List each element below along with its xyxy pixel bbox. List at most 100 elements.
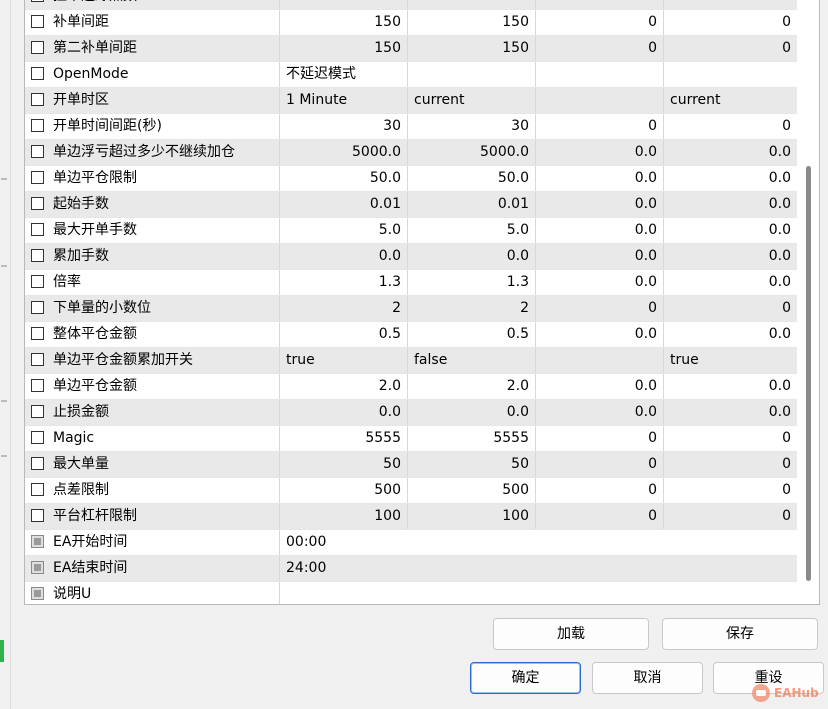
optimize-checkbox[interactable] [31, 275, 44, 288]
step-cell[interactable]: 0.0 [536, 192, 664, 217]
table-row[interactable]: 平台杠杆限制 100 100 0 0 [25, 504, 797, 530]
stop-cell[interactable]: 0.0 [664, 270, 797, 295]
optimize-checkbox[interactable] [31, 379, 44, 392]
start-cell[interactable]: 0.0 [408, 400, 536, 425]
step-cell[interactable] [536, 0, 664, 9]
step-cell[interactable]: 0 [536, 114, 664, 139]
optimize-checkbox[interactable] [31, 405, 44, 418]
table-row[interactable]: 挂单追踪点数 [25, 0, 797, 10]
stop-cell[interactable]: 0.0 [664, 400, 797, 425]
table-row[interactable]: 开单时间间距(秒) 30 30 0 0 [25, 114, 797, 140]
optimize-checkbox[interactable] [31, 431, 44, 444]
value-cell[interactable]: 0.5 [280, 322, 408, 347]
start-cell[interactable]: 5555 [408, 426, 536, 451]
optimize-checkbox[interactable] [31, 67, 44, 80]
step-cell[interactable]: 0 [536, 296, 664, 321]
table-row[interactable]: 开单时区 1 Minute current current [25, 88, 797, 114]
start-cell[interactable]: 2 [408, 296, 536, 321]
load-button[interactable]: 加载 [493, 618, 649, 650]
table-row[interactable]: OpenMode 不延迟模式 [25, 62, 797, 88]
table-row[interactable]: 说明U [25, 582, 797, 604]
start-cell[interactable]: 500 [408, 478, 536, 503]
optimize-checkbox[interactable] [31, 509, 44, 522]
parameter-value-cell[interactable] [280, 582, 797, 604]
stop-cell[interactable]: current [664, 88, 797, 113]
parameter-value-cell[interactable]: 00:00 [280, 530, 797, 555]
step-cell[interactable] [536, 348, 664, 373]
value-cell[interactable]: 5555 [280, 426, 408, 451]
optimize-checkbox[interactable] [31, 301, 44, 314]
step-cell[interactable]: 0.0 [536, 374, 664, 399]
step-cell[interactable]: 0.0 [536, 140, 664, 165]
value-cell[interactable]: 500 [280, 478, 408, 503]
table-row[interactable]: 累加手数 0.0 0.0 0.0 0.0 [25, 244, 797, 270]
table-row[interactable]: 最大开单手数 5.0 5.0 0.0 0.0 [25, 218, 797, 244]
table-row[interactable]: 最大单量 50 50 0 0 [25, 452, 797, 478]
start-cell[interactable]: current [408, 88, 536, 113]
stop-cell[interactable]: true [664, 348, 797, 373]
vertical-scrollbar[interactable] [801, 0, 815, 604]
step-cell[interactable]: 0 [536, 504, 664, 529]
start-cell[interactable]: 50.0 [408, 166, 536, 191]
step-cell[interactable]: 0.0 [536, 166, 664, 191]
table-row[interactable]: 单边平仓限制 50.0 50.0 0.0 0.0 [25, 166, 797, 192]
value-cell[interactable]: 2 [280, 296, 408, 321]
table-row[interactable]: 单边平仓金额 2.0 2.0 0.0 0.0 [25, 374, 797, 400]
value-cell[interactable]: 100 [280, 504, 408, 529]
value-cell[interactable]: 50.0 [280, 166, 408, 191]
stop-cell[interactable]: 0 [664, 452, 797, 477]
table-row[interactable]: 下单量的小数位 2 2 0 0 [25, 296, 797, 322]
value-cell[interactable]: true [280, 348, 408, 373]
stop-cell[interactable]: 0 [664, 426, 797, 451]
value-cell[interactable]: 不延迟模式 [280, 62, 408, 87]
stop-cell[interactable]: 0 [664, 114, 797, 139]
value-cell[interactable]: 1 Minute [280, 88, 408, 113]
table-row[interactable]: EA开始时间 00:00 [25, 530, 797, 556]
optimize-checkbox[interactable] [31, 15, 44, 28]
stop-cell[interactable]: 0.0 [664, 322, 797, 347]
table-row[interactable]: 第二补单间距 150 150 0 0 [25, 36, 797, 62]
optimize-checkbox[interactable] [31, 457, 44, 470]
start-cell[interactable]: 0.0 [408, 244, 536, 269]
stop-cell[interactable]: 0 [664, 478, 797, 503]
step-cell[interactable]: 0 [536, 10, 664, 35]
optimize-checkbox[interactable] [31, 223, 44, 236]
optimize-checkbox[interactable] [31, 93, 44, 106]
table-row[interactable]: 单边浮亏超过多少不继续加仓 5000.0 5000.0 0.0 0.0 [25, 140, 797, 166]
start-cell[interactable]: 5000.0 [408, 140, 536, 165]
start-cell[interactable]: 0.5 [408, 322, 536, 347]
step-cell[interactable]: 0 [536, 452, 664, 477]
start-cell[interactable]: 5.0 [408, 218, 536, 243]
start-cell[interactable]: 1.3 [408, 270, 536, 295]
table-row[interactable]: 整体平仓金额 0.5 0.5 0.0 0.0 [25, 322, 797, 348]
value-cell[interactable] [280, 0, 408, 9]
step-cell[interactable]: 0 [536, 426, 664, 451]
stop-cell[interactable]: 0 [664, 10, 797, 35]
optimize-checkbox[interactable] [31, 171, 44, 184]
step-cell[interactable]: 0.0 [536, 218, 664, 243]
step-cell[interactable] [536, 62, 664, 87]
optimize-checkbox[interactable] [31, 41, 44, 54]
stop-cell[interactable]: 0.0 [664, 192, 797, 217]
save-button[interactable]: 保存 [662, 618, 818, 650]
start-cell[interactable]: 100 [408, 504, 536, 529]
optimize-checkbox[interactable] [31, 197, 44, 210]
stop-cell[interactable]: 0 [664, 296, 797, 321]
optimize-checkbox[interactable] [31, 145, 44, 158]
value-cell[interactable]: 5000.0 [280, 140, 408, 165]
stop-cell[interactable] [664, 62, 797, 87]
table-row[interactable]: EA结束时间 24:00 [25, 556, 797, 582]
value-cell[interactable]: 150 [280, 36, 408, 61]
value-cell[interactable]: 0.0 [280, 400, 408, 425]
start-cell[interactable]: 2.0 [408, 374, 536, 399]
step-cell[interactable]: 0 [536, 36, 664, 61]
value-cell[interactable]: 0.01 [280, 192, 408, 217]
scrollbar-thumb[interactable] [806, 166, 811, 581]
stop-cell[interactable]: 0.0 [664, 374, 797, 399]
table-row[interactable]: Magic 5555 5555 0 0 [25, 426, 797, 452]
value-cell[interactable]: 50 [280, 452, 408, 477]
optimize-checkbox[interactable] [31, 353, 44, 366]
start-cell[interactable]: 150 [408, 10, 536, 35]
ok-button[interactable]: 确定 [470, 662, 581, 694]
stop-cell[interactable]: 0 [664, 504, 797, 529]
